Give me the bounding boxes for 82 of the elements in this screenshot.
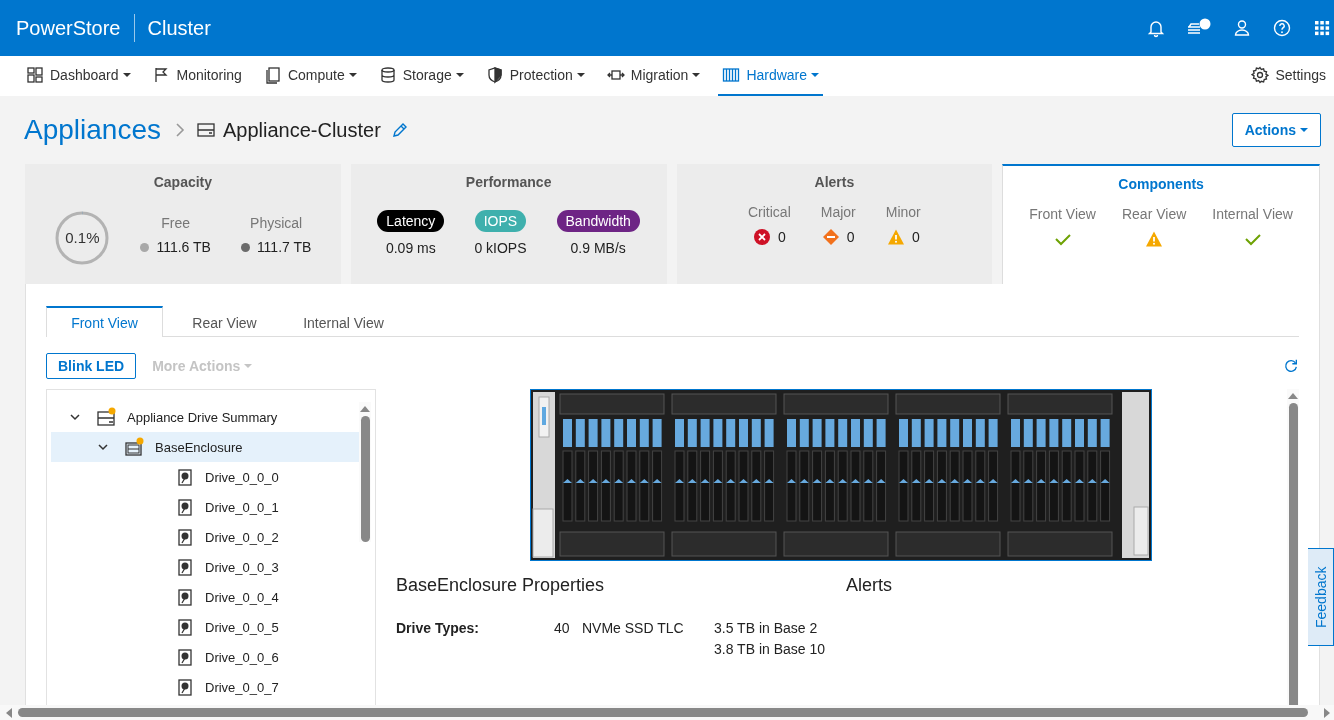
blink-led-button[interactable]: Blink LED	[46, 353, 137, 379]
gauge-value: 0.1%	[64, 229, 101, 246]
bell-icon[interactable]	[1146, 18, 1166, 38]
view-tab[interactable]: Internal View	[286, 306, 401, 336]
tree-item[interactable]: Drive_0_0_2	[51, 522, 359, 552]
actions-button[interactable]: Actions	[1231, 113, 1321, 147]
tree-item[interactable]: Drive_0_0_5	[51, 612, 359, 642]
collapse-icon[interactable]	[69, 411, 81, 423]
breadcrumb-link[interactable]: Appliances	[24, 114, 161, 146]
metric-pill: Latency	[377, 210, 445, 232]
tree-item[interactable]: Drive_0_0_0	[51, 462, 359, 492]
page-scrollbar[interactable]	[0, 705, 1334, 720]
card-title: Capacity	[153, 174, 213, 190]
chevron-icon	[175, 122, 185, 138]
component-label: Internal View	[1212, 206, 1293, 222]
component-label: Front View	[1029, 206, 1096, 222]
nav-tab[interactable]: Storage	[374, 56, 468, 96]
help-icon[interactable]	[1272, 18, 1292, 38]
stat-label: Free	[161, 215, 191, 231]
nav-tab[interactable]: Monitoring	[148, 56, 246, 96]
cluster-label: Cluster	[146, 16, 211, 40]
drive-count: 40	[554, 619, 571, 638]
refresh-icon[interactable]	[1283, 358, 1299, 374]
nav-tab[interactable]: Dashboard	[22, 56, 135, 96]
stat-value: 111.7 TB	[256, 239, 312, 255]
metric-pill: Bandwidth	[556, 210, 640, 232]
properties-heading: BaseEnclosure Properties	[396, 575, 606, 596]
nav-tab[interactable]: Protection	[481, 56, 589, 96]
apps-grid-icon[interactable]	[1312, 18, 1332, 38]
collapse-icon[interactable]	[97, 441, 109, 453]
tree-item[interactable]: Appliance Drive Summary	[51, 402, 359, 432]
card-title: Performance	[465, 174, 552, 190]
stat-value: 0.09 ms	[385, 240, 436, 256]
view-tab[interactable]: Front View	[46, 306, 163, 337]
summary-card[interactable]: Performance Latency 0.09 ms IOPS 0 kIOPS Bandwidth 0.9 MB/s	[350, 164, 667, 284]
summary-card[interactable]: Capacity 0.1% Free 111.6 TB Physical 111.7 TB	[25, 164, 341, 284]
summary-card[interactable]: Alerts Critical 0 Major 0 Minor 0	[676, 164, 993, 284]
drive-detail: 3.8 TB in Base 10	[714, 640, 827, 659]
edit-icon[interactable]	[390, 121, 409, 139]
settings-link[interactable]: Settings	[1247, 56, 1330, 96]
appliance-icon	[197, 123, 215, 137]
drive-type: NVMe SSD TLC	[582, 619, 685, 638]
tree-scrollbar[interactable]	[359, 402, 371, 542]
page-title: Appliance-Cluster	[223, 118, 381, 142]
card-title: Components	[1118, 176, 1204, 192]
alerts-heading: Alerts	[846, 575, 892, 597]
tree-item[interactable]: Drive_0_0_1	[51, 492, 359, 522]
rack-icon	[722, 66, 741, 84]
feedback-tab[interactable]: Feedback	[1308, 548, 1334, 646]
shield-icon	[485, 66, 504, 84]
user-icon[interactable]	[1232, 18, 1252, 38]
alert-label: Minor	[885, 204, 921, 220]
capacity-gauge	[54, 210, 111, 266]
tree-item[interactable]: BaseEnclosure	[51, 432, 359, 462]
property-label: Drive Types:	[396, 619, 480, 638]
stat-value: 0.9 MB/s	[570, 240, 626, 256]
alert-label: Major	[820, 204, 856, 220]
settings-icon	[1251, 66, 1270, 84]
nav-tab[interactable]: Migration	[602, 56, 705, 96]
nav-tab[interactable]: Hardware	[718, 56, 824, 96]
brand-name: PowerStore	[16, 14, 135, 42]
tree-item[interactable]: Drive_0_0_3	[51, 552, 359, 582]
card-title: Alerts	[814, 174, 855, 190]
summary-card[interactable]: Components Front View Rear View Internal View	[1002, 164, 1320, 284]
alert-count: 0	[911, 229, 920, 245]
tree-item[interactable]: Drive_0_0_4	[51, 582, 359, 612]
alert-count: 0	[777, 229, 786, 245]
stat-value: 111.6 TB	[156, 239, 211, 255]
tree-item[interactable]: Drive_0_0_6	[51, 642, 359, 672]
alert-label: Critical	[747, 204, 791, 220]
dashboard-icon	[26, 66, 44, 84]
tree-item[interactable]: Drive_0_0_7	[51, 672, 359, 702]
drive-detail: 3.5 TB in Base 2	[714, 619, 819, 638]
metric-pill: IOPS	[474, 210, 527, 232]
view-tab[interactable]: Rear View	[167, 306, 282, 336]
database-icon	[378, 66, 397, 84]
pages-icon	[263, 66, 282, 84]
stat-value: 0 kIOPS	[474, 240, 527, 256]
stat-label: Physical	[250, 215, 303, 231]
component-label: Rear View	[1121, 206, 1187, 222]
alert-count: 0	[846, 229, 855, 245]
nav-tab[interactable]: Compute	[259, 56, 361, 96]
